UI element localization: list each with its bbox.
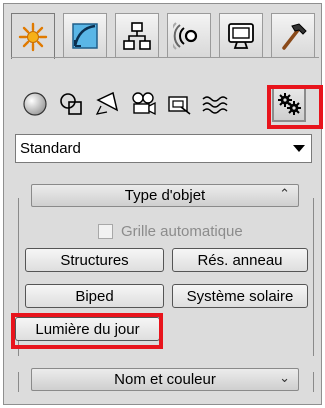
systems-button[interactable] [272,86,306,122]
geometry-button[interactable] [18,86,52,122]
utilities-tab[interactable] [271,13,315,57]
dropdown-value: Standard [20,140,81,157]
dropdown-arrow-icon [293,145,305,152]
hammer-icon [282,22,307,50]
structures-button[interactable]: Structures [25,248,164,272]
command-panel: Standard Type d'objet ⌃ Grille automatiq… [3,3,323,405]
shapes-button[interactable] [54,86,88,122]
space-warps-button[interactable] [198,86,232,122]
helpers-icon [168,96,191,115]
autogrid-label: Grille automatique [121,222,243,240]
biped-button[interactable]: Biped [25,284,164,308]
expand-chevron-icon: ⌄ [279,371,290,386]
display-tab[interactable] [219,13,263,57]
structures-label: Structures [60,251,129,269]
create-tab[interactable] [11,13,55,59]
sun-star-icon [18,22,48,51]
cameras-button[interactable] [126,86,160,122]
motion-tab[interactable] [167,13,211,57]
daylight-button[interactable]: Lumière du jour [15,317,160,341]
motion-rings-icon [173,21,198,50]
hierarchy-icon [123,21,151,50]
lights-icon [95,91,119,115]
autogrid-checkbox[interactable] [98,223,113,239]
command-panel-tabs [11,13,319,59]
sunlight-system-label: Système solaire [186,287,294,305]
systems-icon [278,93,301,115]
object-type-rollout-header[interactable]: Type d'objet ⌃ [31,184,299,207]
ring-array-label: Rés. anneau [197,251,283,269]
space-warps-icon [202,96,228,114]
collapse-chevron-icon: ⌃ [279,187,290,202]
create-category-row [18,86,318,124]
modify-tab[interactable] [63,13,107,57]
helpers-button[interactable] [162,86,196,122]
biped-label: Biped [75,287,114,305]
display-monitor-icon [228,22,254,49]
name-color-rollout-header[interactable]: Nom et couleur ⌄ [31,368,299,391]
name-color-title: Nom et couleur [114,371,216,388]
autogrid-row[interactable]: Grille automatique [98,221,243,241]
daylight-label: Lumière du jour [35,320,140,338]
lights-button[interactable] [90,86,124,122]
object-type-title: Type d'objet [124,187,206,204]
modify-curve-icon [72,22,98,49]
shapes-icon [60,93,82,115]
hierarchy-tab[interactable] [115,13,159,57]
category-dropdown[interactable]: Standard [15,134,312,163]
cameras-icon [132,92,156,116]
geometry-icon [23,92,47,116]
tab-divider [11,57,319,58]
ring-array-button[interactable]: Rés. anneau [172,248,308,272]
sunlight-system-button[interactable]: Système solaire [172,284,308,308]
